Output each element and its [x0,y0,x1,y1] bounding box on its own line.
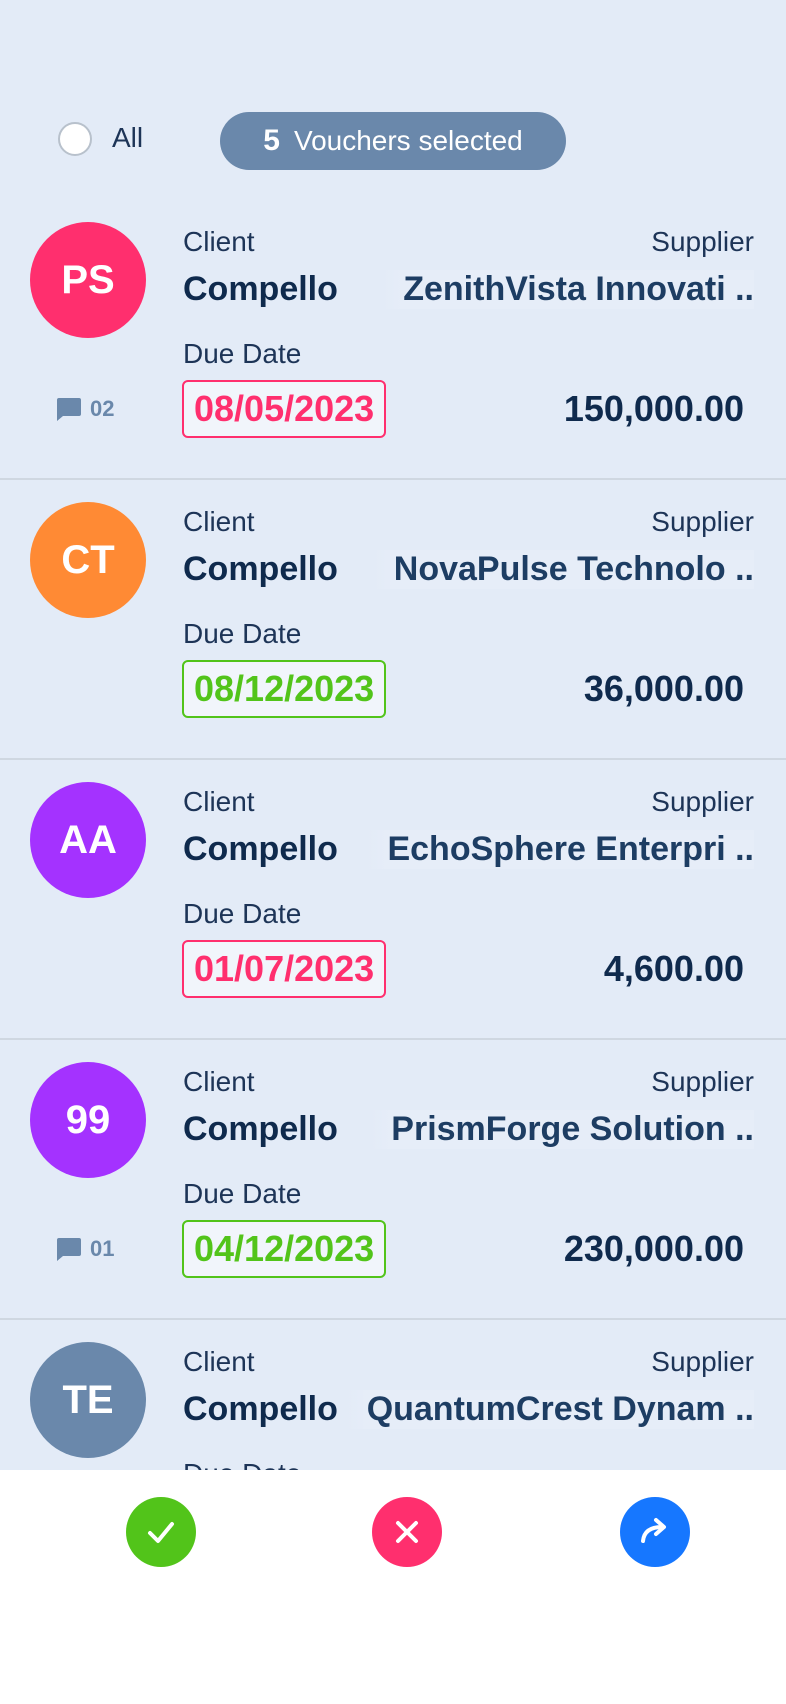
client-name: Compello [183,270,338,308]
due-date-badge: 01/07/2023 [182,940,387,998]
forward-arrow-icon [641,1518,666,1543]
select-all-radio[interactable] [58,122,92,156]
due-date-badge: 04/12/2023 [182,1220,387,1278]
due-date-badge: 08/12/2023 [182,660,387,718]
supplier-name: QuantumCrest Dynam .. [346,1390,754,1429]
approve-button[interactable] [126,1497,196,1567]
comment-count[interactable]: 01 [54,1236,114,1262]
due-date-label: Due Date [183,618,302,649]
supplier-name: ZenithVista Innovati .. [383,270,754,309]
voucher-card[interactable]: PS 02 Client Supplier Compello ZenithVis… [0,200,786,480]
client-label: Client [183,786,255,817]
supplier-name: EchoSphere Enterpri .. [367,830,754,869]
supplier-label: Supplier [651,226,754,257]
forward-button[interactable] [620,1497,690,1567]
client-label: Client [183,1066,255,1097]
due-date-label: Due Date [183,1178,302,1209]
supplier-label: Supplier [651,786,754,817]
client-name: Compello [183,830,338,868]
comment-icon [57,398,81,421]
supplier-name: NovaPulse Technolo .. [373,550,754,589]
selected-text: Vouchers selected [293,125,523,156]
comment-count[interactable]: 02 [54,396,114,422]
client-name: Compello [183,1110,338,1148]
comment-count-value: 02 [90,396,115,421]
comment-count-value: 01 [90,1236,115,1261]
close-icon [396,1521,418,1543]
voucher-list: PS 02 Client Supplier Compello ZenithVis… [0,200,786,1470]
client-label: Client [183,506,255,537]
reject-button[interactable] [372,1497,442,1567]
avatar: CT [30,502,146,618]
client-name: Compello [183,550,338,588]
voucher-card[interactable]: AA Client Supplier Compello EchoSphere E… [0,760,786,1040]
avatar: AA [30,782,146,898]
select-all-label[interactable]: All [112,122,143,154]
voucher-card[interactable]: TE Client Supplier Compello QuantumCrest… [0,1320,786,1470]
selected-count: 5 [263,124,280,157]
amount: 4,600.00 [603,948,744,989]
check-icon [148,1522,174,1543]
amount: 150,000.00 [563,388,744,429]
selection-header: All 5 Vouchers selected [0,0,786,200]
client-name: Compello [183,1390,338,1428]
amount: 36,000.00 [583,668,744,709]
supplier-label: Supplier [651,1066,754,1097]
avatar: PS [30,222,146,338]
amount: 230,000.00 [563,1228,744,1269]
comment-icon [57,1238,81,1261]
avatar: TE [30,1342,146,1458]
due-date-badge: 08/05/2023 [182,380,387,438]
action-bar [0,1470,786,1704]
due-date-label: Due Date [183,1458,301,1470]
avatar: 99 [30,1062,146,1178]
client-label: Client [183,226,255,257]
client-label: Client [183,1346,255,1377]
voucher-card[interactable]: 99 01 Client Supplier Compello PrismForg… [0,1040,786,1320]
selected-vouchers-badge: 5 Vouchers selected [220,112,566,170]
supplier-label: Supplier [651,1346,754,1377]
supplier-name: PrismForge Solution .. [371,1110,754,1149]
voucher-card[interactable]: CT Client Supplier Compello NovaPulse Te… [0,480,786,760]
due-date-label: Due Date [183,338,302,369]
due-date-label: Due Date [183,898,302,929]
supplier-label: Supplier [651,506,754,537]
